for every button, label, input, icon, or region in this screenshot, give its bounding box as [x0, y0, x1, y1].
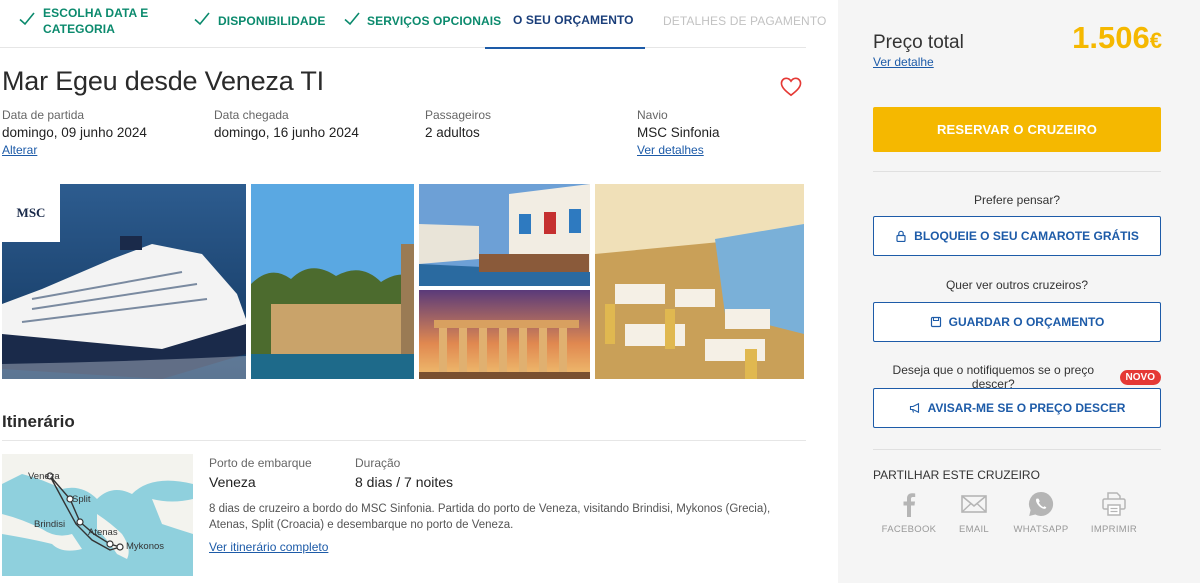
divider: [873, 171, 1161, 172]
share-label: IMPRIMIR: [1090, 524, 1138, 535]
price-alert-button[interactable]: AVISAR-ME SE O PREÇO DESCER: [873, 388, 1161, 428]
new-badge: NOVO: [1119, 369, 1161, 385]
share-facebook[interactable]: FACEBOOK: [876, 490, 942, 535]
full-itinerary-link[interactable]: Ver itinerário completo: [209, 540, 328, 554]
check-icon: [194, 12, 210, 26]
duration-label: Duração: [355, 456, 401, 470]
main-content: ESCOLHA DATA E CATEGORIA DISPONIBILIDADE…: [0, 0, 838, 583]
lock-icon: [896, 230, 906, 242]
passengers-info: Passageiros 2 adultos: [425, 108, 491, 140]
embark-port: Porto de embarque Veneza: [209, 456, 312, 490]
total-price: 1.506€: [1072, 20, 1162, 56]
share-title: PARTILHAR ESTE CRUZEIRO: [873, 468, 1040, 482]
save-icon: [930, 316, 941, 328]
share-label: FACEBOOK: [881, 524, 937, 535]
itinerary-map[interactable]: Veneza Split Brindisi Atenas Mykonos: [2, 454, 193, 576]
check-icon: [344, 12, 360, 26]
save-quote-label: GUARDAR O ORÇAMENTO: [948, 315, 1105, 329]
share-email[interactable]: EMAIL: [941, 490, 1007, 535]
change-date-link[interactable]: Alterar: [2, 143, 147, 157]
itinerary-description: 8 dias de cruzeiro a bordo do MSC Sinfon…: [209, 503, 771, 531]
step-date-category[interactable]: ESCOLHA DATA E CATEGORIA: [18, 0, 158, 48]
divider: [873, 449, 1161, 450]
price-alert-label: AVISAR-ME SE O PREÇO DESCER: [927, 401, 1126, 415]
msc-logo: MSC: [2, 184, 60, 242]
cruise-title: Mar Egeu desde Veneza TI: [2, 66, 324, 96]
booking-steps: ESCOLHA DATA E CATEGORIA DISPONIBILIDADE…: [0, 0, 826, 49]
logo-text: MSC: [16, 205, 46, 220]
notify-question: Deseja que o notifiquemos se o preço des…: [873, 363, 1161, 391]
price-value: 1.506: [1072, 20, 1150, 55]
itinerary-title: Itinerário: [2, 412, 75, 431]
ship-info: Navio MSC Sinfonia Ver detalhes: [637, 108, 720, 157]
step-label: SERVIÇOS OPCIONAIS: [367, 14, 502, 28]
step-label: ESCOLHA DATA E CATEGORIA: [43, 6, 149, 36]
share-label: WHATSAPP: [1013, 524, 1069, 535]
step-payment-details: DETALHES DE PAGAMENTO: [663, 0, 826, 48]
duration-value: 8 dias / 7 noites: [355, 474, 454, 490]
duration: Duração 8 dias / 7 noites: [355, 456, 453, 490]
athens-photo[interactable]: [419, 290, 590, 379]
arrival-label: Data chegada: [214, 108, 289, 122]
map-label: Mykonos: [126, 541, 164, 552]
passengers-label: Passageiros: [425, 108, 492, 122]
departure-info: Data de partida domingo, 09 junho 2024 A…: [2, 108, 147, 157]
ship-photo[interactable]: MSC: [2, 184, 246, 379]
check-icon: [19, 12, 35, 26]
block-cabin-label: BLOQUEIE O SEU CAMAROTE GRÁTIS: [914, 229, 1139, 243]
step-label: O SEU ORÇAMENTO: [513, 13, 634, 27]
arrival-info: Data chegada domingo, 16 junho 2024: [214, 108, 359, 140]
port-label: Porto de embarque: [209, 456, 312, 470]
save-quote-button[interactable]: GUARDAR O ORÇAMENTO: [873, 302, 1161, 342]
book-cruise-button[interactable]: RESERVAR O CRUZEIRO: [873, 107, 1161, 152]
currency: €: [1149, 28, 1162, 53]
email-icon: [961, 495, 987, 513]
step-your-quote[interactable]: O SEU ORÇAMENTO: [485, 0, 645, 49]
ship-label: Navio: [637, 108, 668, 122]
arrival-value: domingo, 16 junho 2024: [214, 125, 359, 140]
map-label: Brindisi: [34, 519, 65, 530]
megaphone-icon: [909, 402, 919, 414]
price-detail-link[interactable]: Ver detalhe: [873, 55, 934, 69]
step-label: DETALHES DE PAGAMENTO: [663, 14, 827, 28]
photo-gallery: MSC: [2, 184, 804, 379]
block-cabin-button[interactable]: BLOQUEIE O SEU CAMAROTE GRÁTIS: [873, 216, 1161, 256]
map-label: Atenas: [88, 527, 118, 538]
restaurant-photo[interactable]: [595, 184, 804, 379]
price-label: Preço total: [873, 32, 964, 53]
think-question: Prefere pensar?: [973, 193, 1061, 207]
whatsapp-icon: [1028, 491, 1054, 516]
print-icon: [1102, 492, 1126, 516]
notify-question-text: Deseja que o notifiquemos se o preço des…: [892, 363, 1094, 391]
divider: [2, 440, 806, 441]
ship-value: MSC Sinfonia: [637, 125, 720, 140]
passengers-value: 2 adultos: [425, 125, 480, 140]
port-value: Veneza: [209, 474, 256, 490]
departure-label: Data de partida: [2, 108, 85, 122]
price-sidebar: Preço total Ver detalhe 1.506€ RESERVAR …: [838, 0, 1200, 583]
heart-icon[interactable]: [780, 77, 802, 97]
step-availability[interactable]: DISPONIBILIDADE: [193, 0, 326, 48]
share-label: EMAIL: [958, 524, 989, 535]
facebook-icon: [903, 493, 916, 517]
map-label: Split: [72, 494, 91, 505]
departure-value: domingo, 09 junho 2024: [2, 125, 147, 140]
mykonos-photo[interactable]: [419, 184, 590, 286]
venice-photo[interactable]: [251, 184, 414, 379]
other-cruises-question: Quer ver outros cruzeiros?: [945, 278, 1089, 292]
share-whatsapp[interactable]: WHATSAPP: [1008, 490, 1074, 535]
map-label: Veneza: [28, 471, 60, 482]
step-label: DISPONIBILIDADE: [218, 14, 326, 28]
step-optional-services[interactable]: SERVIÇOS OPCIONAIS: [343, 0, 501, 48]
share-print[interactable]: IMPRIMIR: [1081, 490, 1147, 535]
ship-details-link[interactable]: Ver detalhes: [637, 143, 720, 157]
